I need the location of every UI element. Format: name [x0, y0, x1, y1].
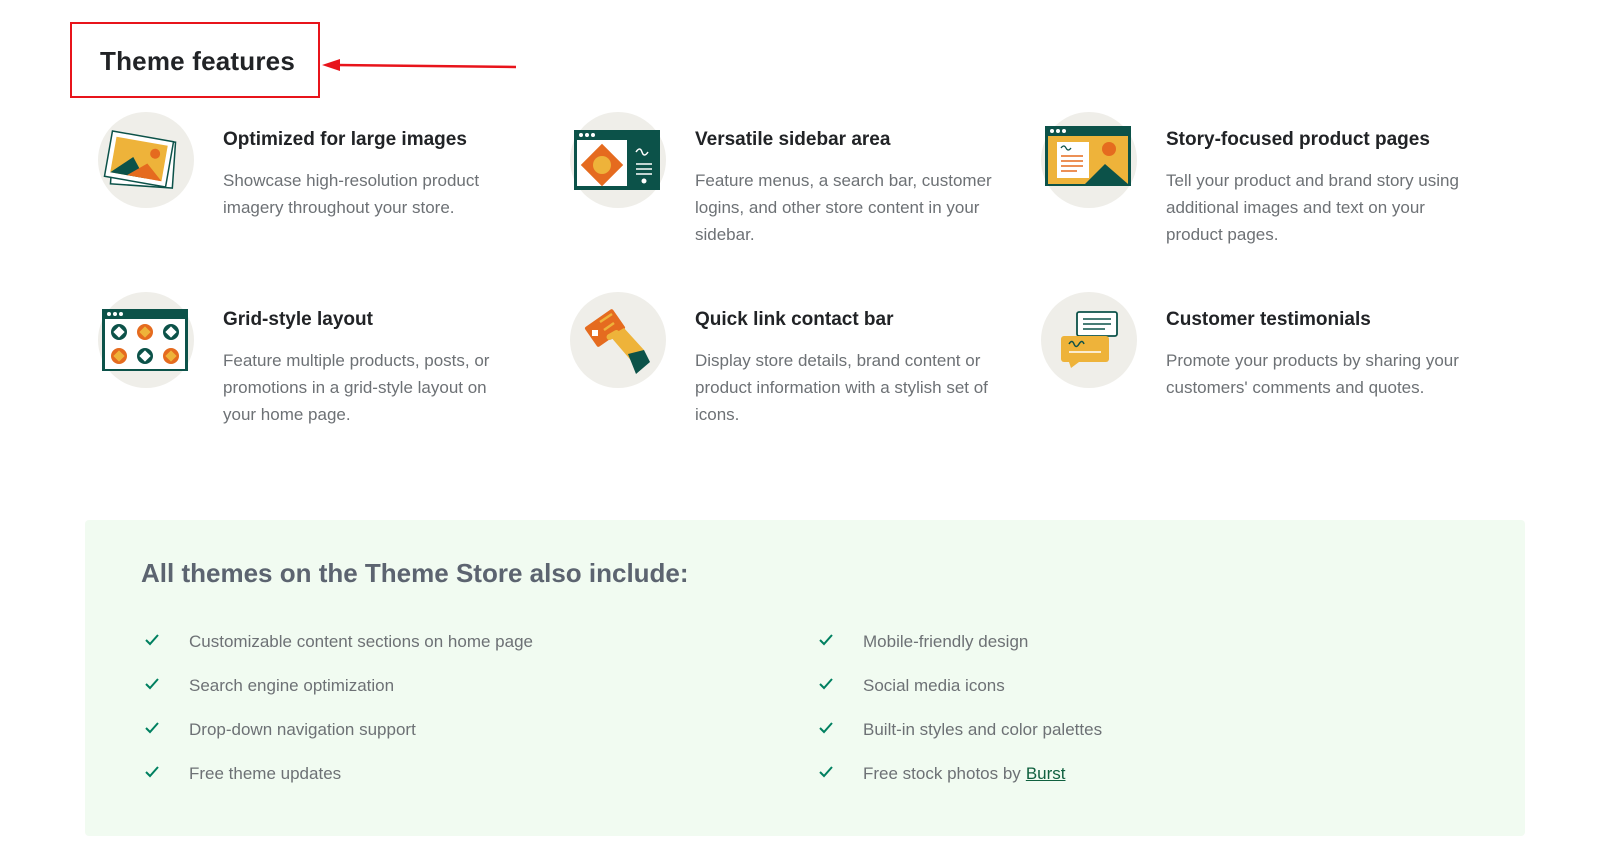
list-item-label: Built-in styles and color palettes [863, 720, 1103, 739]
includes-list-left: Customizable content sections on home pa… [145, 620, 533, 796]
checkmark-icon [145, 678, 159, 690]
includes-title: All themes on the Theme Store also inclu… [141, 558, 689, 588]
feature-sidebar: Versatile sidebar area Feature menus, a … [570, 112, 1040, 272]
sidebar-icon [570, 112, 666, 208]
feature-description: Showcase high-resolution product imagery… [223, 171, 480, 217]
feature-title: Versatile sidebar area [695, 129, 891, 150]
feature-testimonials: Customer testimonials Promote your produ… [1041, 292, 1511, 452]
checkmark-icon [145, 722, 159, 734]
list-item-label: Search engine optimization [189, 676, 395, 695]
list-item: Customizable content sections on home pa… [145, 620, 533, 664]
annotation-arrow [322, 59, 517, 71]
story-page-icon [1041, 112, 1137, 208]
checkmark-icon [819, 634, 833, 646]
feature-story-pages: Story-focused product pages Tell your pr… [1041, 112, 1511, 272]
checkmark-icon [819, 722, 833, 734]
large-images-icon [98, 112, 194, 208]
feature-title: Optimized for large images [223, 129, 467, 150]
feature-large-images: Optimized for large images Showcase high… [98, 112, 568, 272]
grid-layout-icon [98, 292, 194, 388]
checkmark-icon [819, 766, 833, 778]
checkmark-icon [145, 766, 159, 778]
list-item-label: Social media icons [863, 676, 1005, 695]
list-item-label: Free theme updates [189, 764, 342, 783]
feature-description: Tell your product and brand story using … [1166, 171, 1459, 244]
list-item: Free theme updates [145, 752, 533, 796]
list-item-label: Customizable content sections on home pa… [189, 632, 533, 651]
list-item: Built-in styles and color palettes [819, 708, 1102, 752]
feature-description: Feature multiple products, posts, or pro… [223, 351, 490, 424]
includes-list-right: Mobile-friendly design Social media icon… [819, 620, 1102, 796]
contact-card-icon [570, 292, 666, 388]
feature-title: Story-focused product pages [1166, 129, 1430, 150]
list-item: Free stock photos by Burst [819, 752, 1102, 796]
list-item: Search engine optimization [145, 664, 533, 708]
feature-title: Quick link contact bar [695, 309, 894, 330]
list-item-label: Drop-down navigation support [189, 720, 416, 739]
feature-description: Display store details, brand content or … [695, 351, 988, 424]
feature-contact-bar: Quick link contact bar Display store det… [570, 292, 1040, 452]
section-title: Theme features [100, 46, 295, 76]
list-item: Mobile-friendly design [819, 620, 1102, 664]
feature-grid-layout: Grid-style layout Feature multiple produ… [98, 292, 568, 452]
list-item: Social media icons [819, 664, 1102, 708]
checkmark-icon [145, 634, 159, 646]
feature-title: Grid-style layout [223, 309, 373, 330]
feature-description: Promote your products by sharing your cu… [1166, 351, 1459, 397]
feature-description: Feature menus, a search bar, customer lo… [695, 171, 992, 244]
list-item: Drop-down navigation support [145, 708, 533, 752]
list-item-label: Mobile-friendly design [863, 632, 1029, 651]
list-item-label: Free stock photos by [863, 764, 1021, 783]
feature-title: Customer testimonials [1166, 309, 1371, 330]
burst-link[interactable]: Burst [1026, 764, 1066, 784]
checkmark-icon [819, 678, 833, 690]
theme-includes-panel: All themes on the Theme Store also inclu… [85, 520, 1525, 836]
testimonial-icon [1041, 292, 1137, 388]
